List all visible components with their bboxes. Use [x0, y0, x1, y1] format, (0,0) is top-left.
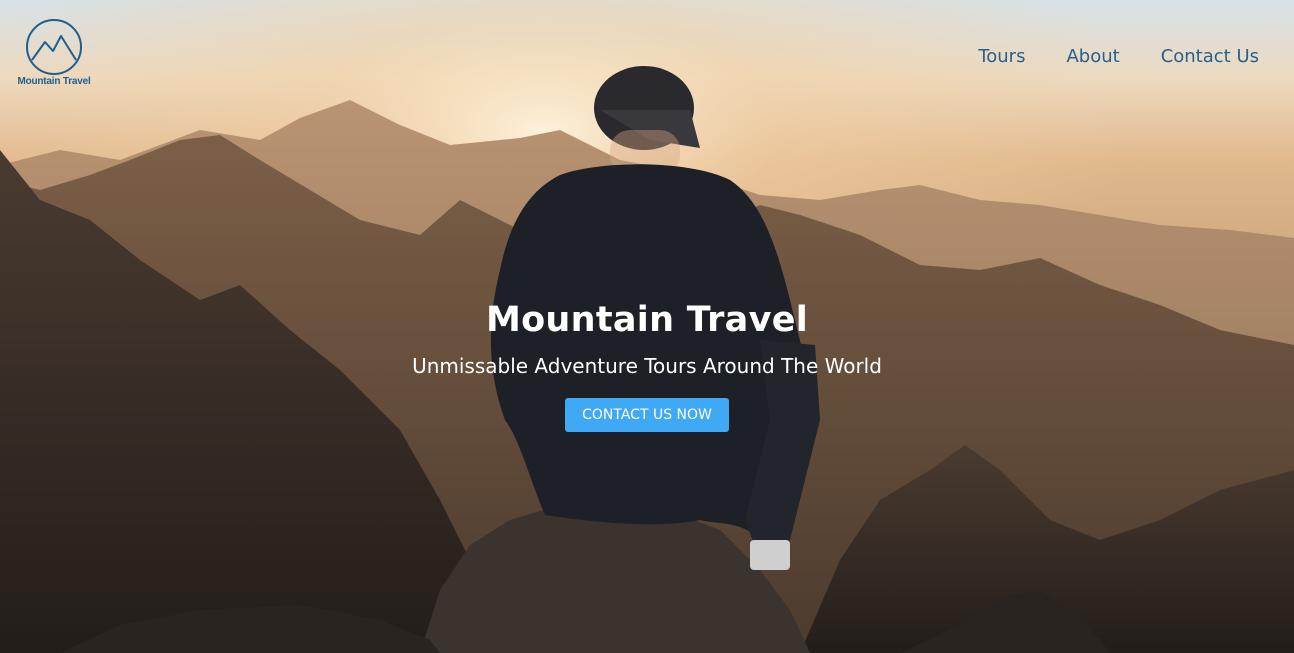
nav-link-tours[interactable]: Tours: [978, 46, 1025, 67]
hero-content: Mountain Travel Unmissable Adventure Tou…: [0, 300, 1294, 432]
mountain-peaks-circle-icon: [26, 19, 82, 75]
contact-us-now-button[interactable]: CONTACT US NOW: [565, 398, 729, 432]
nav-link-contact-us[interactable]: Contact Us: [1161, 46, 1259, 67]
hero-section: Mountain Travel Tours About Contact Us M…: [0, 0, 1294, 653]
hero-subtitle: Unmissable Adventure Tours Around The Wo…: [412, 354, 882, 378]
brand-name: Mountain Travel: [17, 76, 91, 87]
top-navigation: Tours About Contact Us: [978, 46, 1259, 67]
nav-link-about[interactable]: About: [1066, 46, 1119, 67]
brand-logo[interactable]: Mountain Travel: [17, 18, 91, 87]
hero-title: Mountain Travel: [485, 300, 809, 340]
